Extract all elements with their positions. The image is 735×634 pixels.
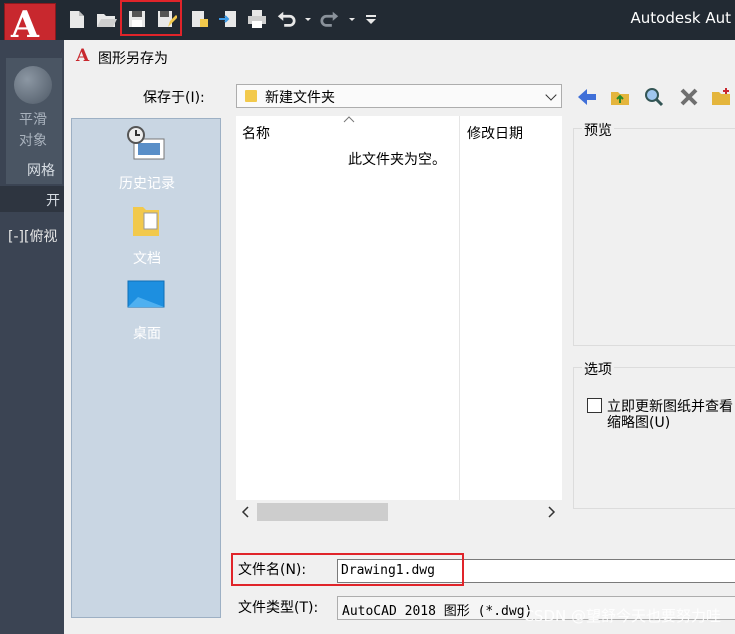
dialog-title: 图形另存为 [98, 51, 168, 67]
column-header-name[interactable]: 名称 [242, 123, 270, 143]
plot-publish-icon[interactable] [188, 8, 210, 30]
column-header-modified[interactable]: 修改日期 [467, 123, 523, 143]
mesh-panel-label: 网格 [27, 163, 55, 179]
update-thumbnail-label-2[interactable]: 缩略图(U) [607, 412, 670, 432]
save-highlight-box [120, 0, 182, 36]
save-in-label: 保存于(I): [143, 90, 205, 106]
undo-dropdown-icon[interactable] [303, 8, 313, 30]
customize-toolbar-icon[interactable] [364, 8, 378, 30]
empty-folder-message: 此文件夹为空。 [348, 152, 446, 168]
places-bar: 历史记录 文档 桌面 [71, 118, 221, 618]
viewport-label[interactable]: [-][俯视 [8, 226, 57, 246]
start-tab[interactable]: 开 [46, 190, 60, 210]
documents-folder-icon[interactable] [132, 203, 160, 237]
smooth-object-icon[interactable] [14, 66, 52, 104]
redo-dropdown-icon[interactable] [347, 8, 357, 30]
options-label: 选项 [582, 359, 614, 379]
file-list[interactable] [236, 116, 562, 500]
scrollbar-thumb[interactable] [257, 503, 388, 521]
history-icon[interactable] [126, 125, 166, 161]
filetype-label: 文件类型(T): [238, 600, 319, 616]
scroll-left-icon[interactable] [241, 506, 251, 518]
print-icon[interactable] [246, 8, 268, 30]
back-arrow-icon[interactable] [576, 86, 598, 108]
search-web-icon[interactable] [643, 86, 665, 108]
preview-label: 预览 [582, 120, 614, 140]
new-folder-icon[interactable] [710, 86, 732, 108]
options-group [573, 367, 735, 509]
scroll-right-icon[interactable] [546, 506, 556, 518]
filetype-value: AutoCAD 2018 图形 (*.dwg) [342, 604, 533, 619]
redo-icon[interactable] [320, 8, 340, 30]
sort-ascending-icon [343, 116, 355, 123]
filename-highlight-box [231, 553, 464, 586]
dialog-logo-icon: A [76, 46, 90, 66]
desktop-icon[interactable] [126, 279, 166, 311]
folder-icon [245, 90, 257, 102]
import-icon[interactable] [217, 8, 239, 30]
up-folder-icon[interactable] [609, 86, 631, 108]
update-thumbnail-checkbox[interactable] [587, 398, 602, 413]
preview-group [573, 128, 735, 346]
places-desktop-label[interactable]: 桌面 [72, 323, 222, 343]
chevron-down-icon[interactable] [545, 89, 557, 101]
open-folder-icon[interactable] [95, 8, 117, 30]
watermark: CSDN @望舒今天也要努力哇 [523, 607, 721, 625]
column-divider [459, 116, 460, 500]
places-history-label[interactable]: 历史记录 [72, 173, 222, 193]
smooth-label-2: 对象 [19, 133, 47, 149]
places-documents-label[interactable]: 文档 [72, 248, 222, 268]
smooth-label: 平滑 [19, 112, 47, 128]
save-in-value: 新建文件夹 [265, 90, 335, 106]
new-file-icon[interactable] [66, 8, 88, 30]
app-title: Autodesk Aut [630, 9, 732, 27]
delete-icon[interactable] [678, 86, 700, 108]
save-in-dropdown[interactable]: 新建文件夹 [236, 84, 562, 108]
undo-icon[interactable] [276, 8, 296, 30]
